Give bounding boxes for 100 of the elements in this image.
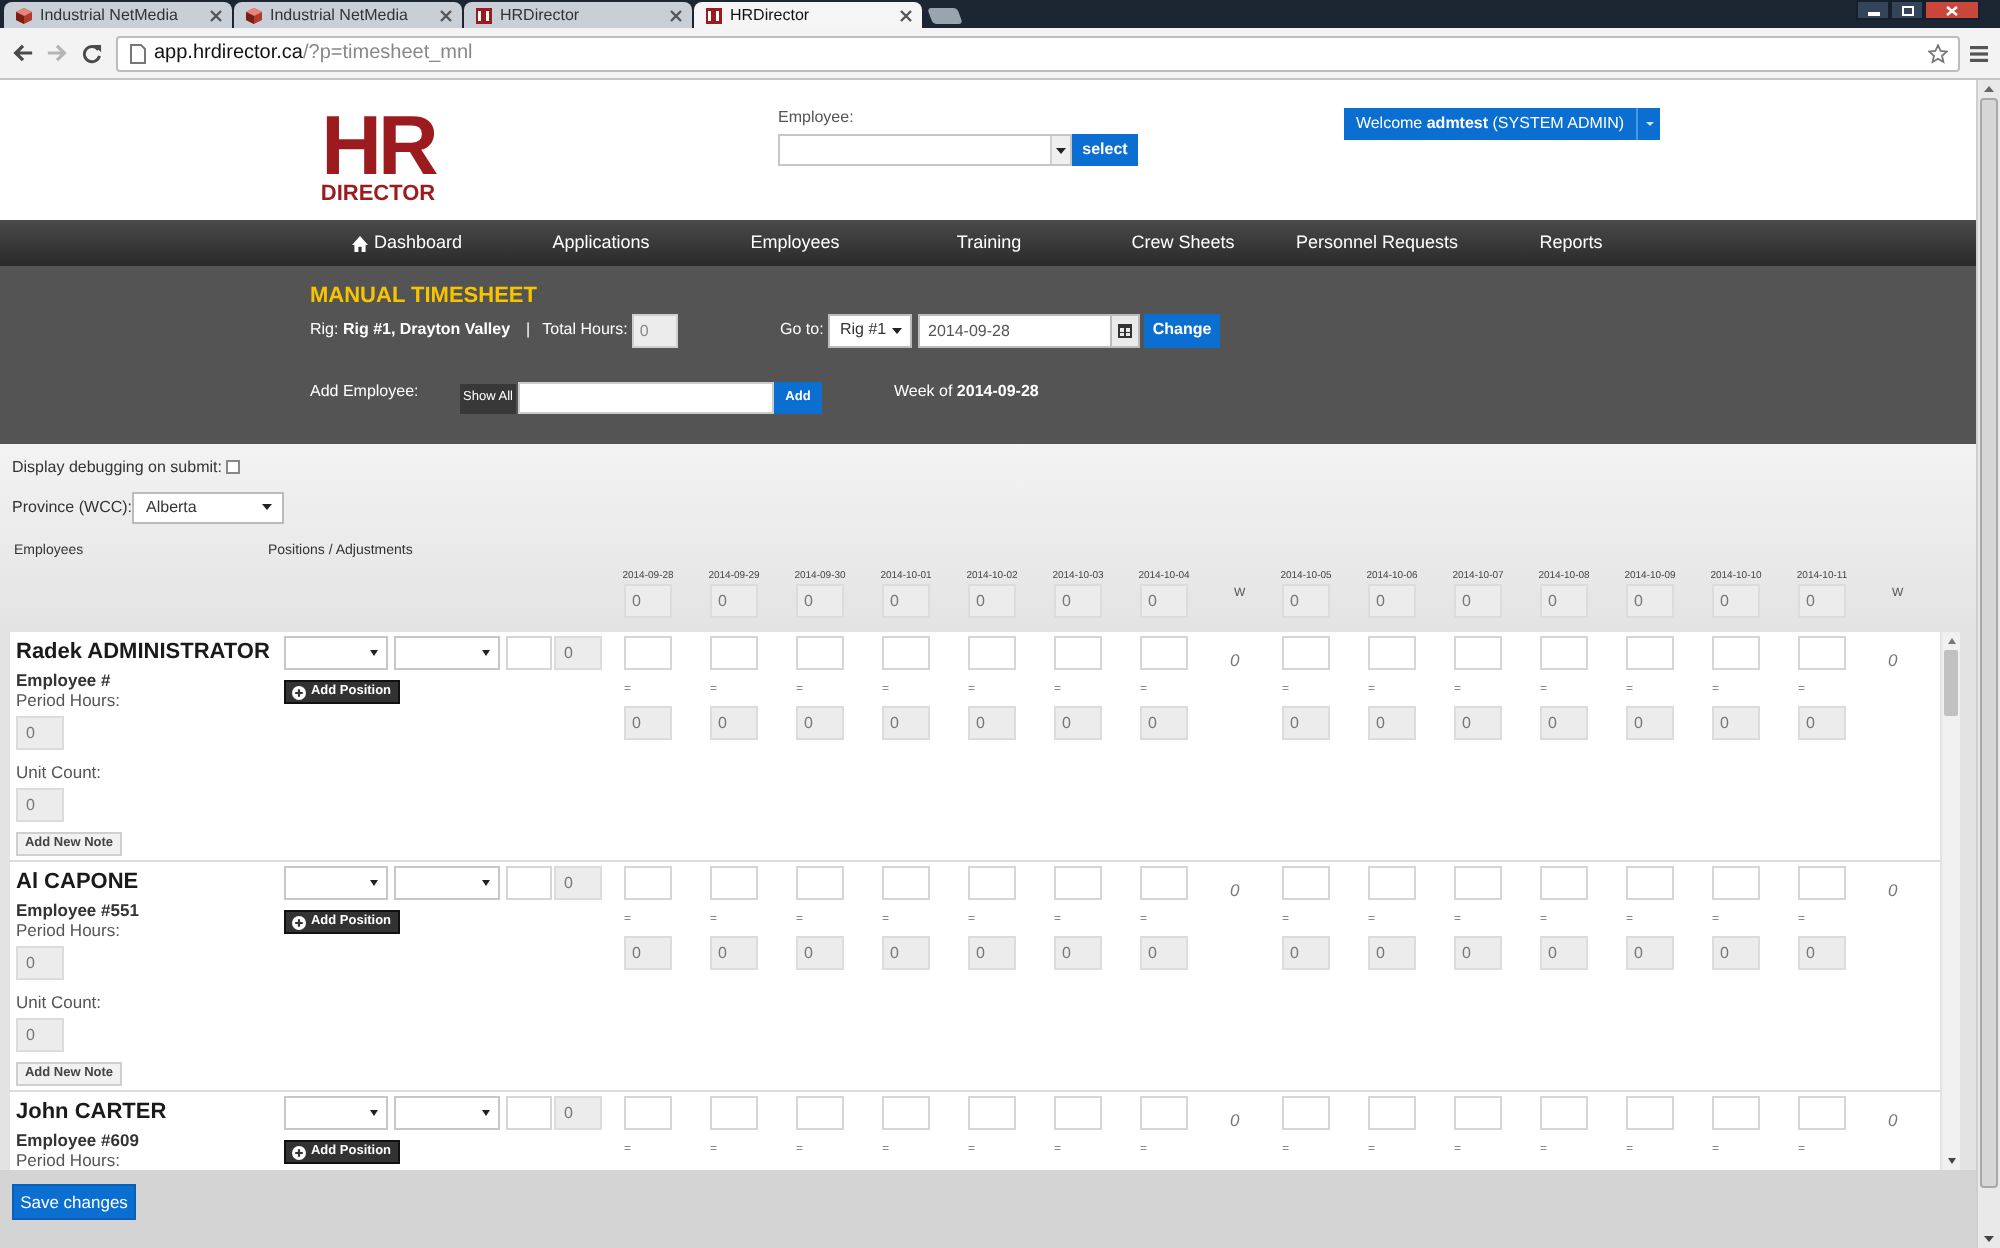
hours-input[interactable]: [1798, 1096, 1846, 1130]
period-hours-field[interactable]: 0: [16, 946, 64, 980]
computed-hours-field[interactable]: 0: [1368, 936, 1416, 970]
scrollbar-thumb[interactable]: [1944, 650, 1958, 716]
hours-input[interactable]: [1712, 636, 1760, 670]
hours-input[interactable]: [882, 636, 930, 670]
computed-hours-field[interactable]: 0: [1054, 936, 1102, 970]
hours-input[interactable]: [1054, 636, 1102, 670]
computed-hours-field[interactable]: 0: [1712, 706, 1760, 740]
hours-input[interactable]: [1454, 636, 1502, 670]
computed-hours-field[interactable]: 0: [1626, 936, 1674, 970]
hours-input[interactable]: [624, 636, 672, 670]
hours-input[interactable]: [968, 1096, 1016, 1130]
minimize-button[interactable]: [1856, 0, 1890, 20]
computed-hours-field[interactable]: 0: [796, 706, 844, 740]
scrollbar-thumb[interactable]: [1980, 98, 1998, 1188]
browser-tab[interactable]: HRDirector: [464, 2, 692, 28]
computed-hours-field[interactable]: 0: [968, 706, 1016, 740]
hours-input[interactable]: [968, 636, 1016, 670]
computed-hours-field[interactable]: 0: [1798, 936, 1846, 970]
unit-count-field[interactable]: 0: [16, 788, 64, 822]
hours-input[interactable]: [882, 1096, 930, 1130]
close-button[interactable]: [1924, 0, 1980, 20]
calendar-button[interactable]: [1110, 313, 1140, 347]
hours-field[interactable]: 0: [1454, 584, 1502, 618]
hours-input[interactable]: [1368, 866, 1416, 900]
hours-input[interactable]: [1054, 866, 1102, 900]
scrollbar[interactable]: [1976, 80, 2000, 1248]
computed-hours-field[interactable]: 0: [1626, 706, 1674, 740]
computed-hours-field[interactable]: 0: [1454, 936, 1502, 970]
hours-input[interactable]: [1054, 1096, 1102, 1130]
nav-link[interactable]: Crew Sheets: [1131, 232, 1235, 254]
scrollbar[interactable]: [1940, 632, 1960, 1170]
position-input[interactable]: [506, 1096, 552, 1130]
nav-link[interactable]: Training: [956, 232, 1022, 254]
computed-hours-field[interactable]: 0: [1140, 706, 1188, 740]
computed-hours-field[interactable]: 0: [1282, 936, 1330, 970]
hours-input[interactable]: [1712, 1096, 1760, 1130]
hours-input[interactable]: [710, 1096, 758, 1130]
position-hours-field[interactable]: 0: [554, 636, 602, 670]
computed-hours-field[interactable]: 0: [882, 936, 930, 970]
save-button[interactable]: Save changes: [12, 1184, 136, 1220]
position-dropdown[interactable]: [284, 636, 388, 670]
hours-field[interactable]: 0: [1054, 584, 1102, 618]
hours-input[interactable]: [1140, 866, 1188, 900]
computed-hours-field[interactable]: 0: [1540, 936, 1588, 970]
select-button[interactable]: select: [1072, 134, 1138, 166]
add-employee-field[interactable]: [518, 382, 774, 414]
hours-input[interactable]: [1540, 1096, 1588, 1130]
computed-hours-field[interactable]: 0: [1282, 706, 1330, 740]
hours-field[interactable]: 0: [624, 584, 672, 618]
computed-hours-field[interactable]: 0: [882, 706, 930, 740]
period-hours-field[interactable]: 0: [16, 716, 64, 750]
hours-input[interactable]: [796, 1096, 844, 1130]
computed-hours-field[interactable]: 0: [796, 936, 844, 970]
total-hours-field[interactable]: 0: [631, 313, 678, 347]
computed-hours-field[interactable]: 0: [1140, 936, 1188, 970]
maximize-button[interactable]: [1890, 0, 1924, 20]
computed-hours-field[interactable]: 0: [624, 936, 672, 970]
nav-link[interactable]: Personnel Requests: [1295, 232, 1459, 254]
computed-hours-field[interactable]: 0: [1798, 706, 1846, 740]
hours-field[interactable]: 0: [968, 584, 1016, 618]
hours-input[interactable]: [1282, 1096, 1330, 1130]
hours-input[interactable]: [1540, 636, 1588, 670]
browser-tab[interactable]: HRDirector: [694, 2, 922, 28]
position-hours-field[interactable]: 0: [554, 1096, 602, 1130]
new-tab-button[interactable]: [927, 8, 963, 24]
computed-hours-field[interactable]: 0: [710, 936, 758, 970]
hours-field[interactable]: 0: [1368, 584, 1416, 618]
hours-input[interactable]: [1626, 866, 1674, 900]
employee-dropdown[interactable]: [778, 134, 1072, 166]
hours-field[interactable]: 0: [1282, 584, 1330, 618]
change-button[interactable]: Change: [1144, 313, 1220, 347]
hours-input[interactable]: [624, 1096, 672, 1130]
unit-count-field[interactable]: 0: [16, 1018, 64, 1052]
nav-link[interactable]: Applications: [552, 232, 650, 254]
hours-field[interactable]: 0: [1712, 584, 1760, 618]
hours-input[interactable]: [1368, 1096, 1416, 1130]
hours-input[interactable]: [1712, 866, 1760, 900]
hours-input[interactable]: [1282, 636, 1330, 670]
hours-input[interactable]: [1454, 1096, 1502, 1130]
dropdown-toggle-button[interactable]: [1636, 108, 1660, 140]
hours-input[interactable]: [796, 636, 844, 670]
browser-tab[interactable]: Industrial NetMedia: [4, 2, 232, 28]
hours-input[interactable]: [624, 866, 672, 900]
menu-button[interactable]: [1968, 43, 1988, 63]
computed-hours-field[interactable]: 0: [624, 706, 672, 740]
reload-button[interactable]: [78, 39, 106, 67]
nav-link[interactable]: Employees: [750, 232, 840, 254]
computed-hours-field[interactable]: 0: [1454, 706, 1502, 740]
hours-input[interactable]: [710, 636, 758, 670]
date-field[interactable]: 2014-09-28: [918, 313, 1110, 347]
rig-dropdown[interactable]: Rig #1: [828, 313, 912, 347]
position-input[interactable]: [506, 636, 552, 670]
hours-input[interactable]: [1282, 866, 1330, 900]
position-input[interactable]: [506, 866, 552, 900]
nav-link[interactable]: Dashboard: [351, 232, 463, 254]
hours-field[interactable]: 0: [1626, 584, 1674, 618]
hours-input[interactable]: [1368, 636, 1416, 670]
computed-hours-field[interactable]: 0: [1054, 706, 1102, 740]
